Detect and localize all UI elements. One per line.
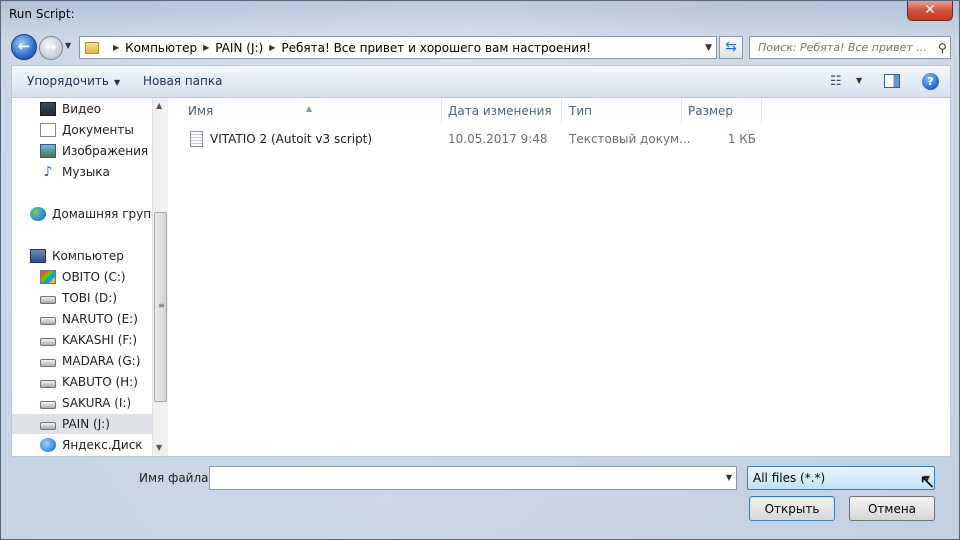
filename-combobox[interactable]: ▼ <box>209 466 737 490</box>
search-input[interactable] <box>758 41 934 54</box>
column-header-name[interactable]: ▲ Имя <box>170 98 442 124</box>
help-icon[interactable]: ? <box>922 73 939 90</box>
search-icon[interactable]: ⚲ <box>938 41 947 55</box>
title-bar: Run Script: ✕ <box>1 1 959 31</box>
folder-icon <box>85 41 99 54</box>
cancel-button[interactable]: Отмена <box>849 496 935 521</box>
sort-ascending-icon: ▲ <box>306 104 313 113</box>
grip-icon: ≡ <box>158 301 165 310</box>
file-row[interactable]: VITATIO 2 (Autoit v3 script) 10.05.2017 … <box>170 128 950 150</box>
breadcrumb-computer[interactable]: Компьютер <box>125 41 197 55</box>
view-options-icon[interactable]: ☷ <box>830 74 842 89</box>
breadcrumb-folder[interactable]: Ребята! Все привет и хорошего вам настро… <box>281 41 591 55</box>
navigation-scrollbar[interactable]: ▲ ≡ ▼ <box>152 98 168 456</box>
address-bar[interactable]: ▶ Компьютер ▶ PAIN (J:) ▶ Ребята! Все пр… <box>79 36 717 59</box>
command-toolbar: Упорядочить ▼ Новая папка ☷ ▼ ? <box>11 65 951 97</box>
preview-pane-icon[interactable] <box>884 74 900 88</box>
sidebar-item-homegroup[interactable]: Домашняя группа <box>30 204 168 224</box>
video-icon <box>40 102 56 116</box>
file-type: Текстовый докум... <box>569 132 691 146</box>
drive-icon <box>40 317 56 325</box>
column-header-size[interactable]: Размер <box>682 98 762 124</box>
close-icon: ✕ <box>924 2 936 18</box>
sidebar-item-yandex-disk[interactable]: Яндекс.Диск <box>40 435 168 455</box>
music-icon: ♪ <box>43 164 53 180</box>
file-name: VITATIO 2 (Autoit v3 script) <box>210 132 373 146</box>
yandex-disk-icon <box>40 438 56 452</box>
drive-icon <box>40 296 56 304</box>
sidebar-item-drive-j[interactable]: PAIN (J:) <box>12 414 152 434</box>
mouse-cursor-icon: ↖ <box>919 469 936 493</box>
arrow-left-icon: ← <box>17 37 31 55</box>
homegroup-icon <box>30 207 46 221</box>
drive-icon <box>40 338 56 346</box>
search-box[interactable]: ⚲ <box>749 36 951 59</box>
file-size: 1 КБ <box>727 132 756 146</box>
view-dropdown-icon[interactable]: ▼ <box>856 76 862 85</box>
close-button[interactable]: ✕ <box>907 1 953 21</box>
chevron-right-icon[interactable]: ▶ <box>269 43 275 52</box>
breadcrumb-drive[interactable]: PAIN (J:) <box>215 41 263 55</box>
chevron-right-icon[interactable]: ▶ <box>203 43 209 52</box>
window-title: Run Script: <box>9 7 75 21</box>
column-header-date[interactable]: Дата изменения <box>442 98 562 124</box>
filename-label: Имя файла: <box>139 471 213 485</box>
sidebar-item-drive-i[interactable]: SAKURA (I:) <box>40 393 168 413</box>
text-file-icon <box>190 131 203 147</box>
computer-icon <box>30 249 46 263</box>
arrow-right-icon: → <box>45 40 57 55</box>
refresh-icon: ⇆ <box>725 39 737 55</box>
filename-input[interactable] <box>210 467 710 489</box>
new-folder-button[interactable]: Новая папка <box>143 74 222 88</box>
recent-pages-dropdown[interactable]: ▼ <box>65 41 71 50</box>
sidebar-item-drive-h[interactable]: KABUTO (H:) <box>40 372 168 392</box>
organize-label: Упорядочить <box>27 74 109 88</box>
navigation-pane: Видео Документы Изображения ♪ Музыка Дома… <box>12 98 168 456</box>
drive-icon <box>40 401 56 409</box>
content-area: Видео Документы Изображения ♪ Музыка Дома… <box>11 97 951 457</box>
sidebar-item-drive-d[interactable]: TOBI (D:) <box>40 288 168 308</box>
drive-icon <box>40 359 56 367</box>
documents-icon <box>40 123 56 137</box>
sidebar-item-drive-g[interactable]: MADARA (G:) <box>40 351 168 371</box>
sidebar-item-images[interactable]: Изображения <box>40 141 168 161</box>
run-script-dialog: Run Script: ✕ ← → ▼ ▶ Компьютер ▶ PAIN (… <box>0 0 960 540</box>
chevron-down-icon: ▼ <box>113 78 121 87</box>
chevron-right-icon[interactable]: ▶ <box>113 43 119 52</box>
scroll-up-icon[interactable]: ▲ <box>156 101 162 110</box>
chevron-down-icon[interactable]: ▼ <box>726 473 732 482</box>
sidebar-item-drive-e[interactable]: NARUTO (E:) <box>40 309 168 329</box>
sidebar-item-video[interactable]: Видео <box>40 99 168 119</box>
sidebar-item-documents[interactable]: Документы <box>40 120 168 140</box>
navigation-bar: ← → ▼ ▶ Компьютер ▶ PAIN (J:) ▶ Ребята! … <box>1 31 959 63</box>
forward-button[interactable]: → <box>39 36 63 60</box>
scroll-down-icon[interactable]: ▼ <box>156 443 162 452</box>
file-date: 10.05.2017 9:48 <box>448 132 548 146</box>
sidebar-item-music[interactable]: ♪ Музыка <box>40 162 168 182</box>
open-button[interactable]: Открыть <box>749 496 835 521</box>
file-list: ▲ Имя Дата изменения Тип Размер VITATIO 2… <box>170 98 950 456</box>
drive-icon <box>40 380 56 388</box>
drive-icon <box>40 422 56 430</box>
sidebar-item-drive-c[interactable]: OBITO (C:) <box>40 267 168 287</box>
address-dropdown-icon[interactable]: ▼ <box>705 43 712 53</box>
sidebar-item-computer[interactable]: Компьютер <box>30 246 168 266</box>
images-icon <box>40 144 56 158</box>
system-drive-icon <box>40 270 56 284</box>
organize-menu[interactable]: Упорядочить ▼ <box>27 74 120 88</box>
back-button[interactable]: ← <box>11 34 37 60</box>
filetype-select[interactable]: All files (*.*) ▼ <box>747 466 935 490</box>
column-header-type[interactable]: Тип <box>562 98 682 124</box>
scrollbar-thumb[interactable]: ≡ <box>154 212 167 402</box>
filetype-value: All files (*.*) <box>753 471 826 485</box>
refresh-button[interactable]: ⇆ <box>719 36 743 59</box>
sidebar-item-drive-f[interactable]: KAKASHI (F:) <box>40 330 168 350</box>
